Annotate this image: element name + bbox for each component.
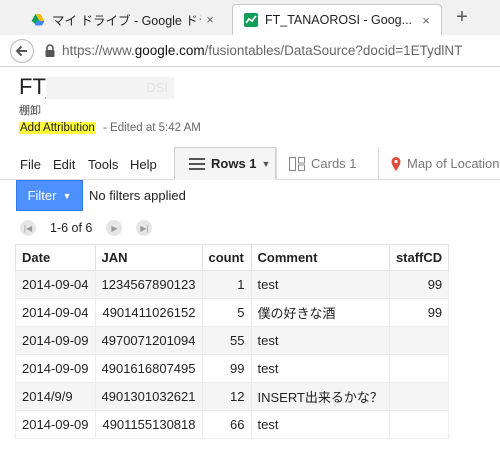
cell-comment[interactable]: INSERT出来るかな？ <box>250 382 390 411</box>
cell-date[interactable]: 2014/9/9 <box>15 382 96 411</box>
fusion-tables-icon <box>244 13 258 27</box>
map-pin-icon <box>391 156 401 171</box>
filter-button[interactable]: Filter ▼ <box>16 180 83 211</box>
first-page-icon[interactable]: |◀ <box>20 220 36 236</box>
table-row[interactable]: 2014/9/9 4901301032621 12 INSERT出来るかな？ <box>15 382 450 411</box>
url-field[interactable]: https://www.google.com/fusiontables/Data… <box>62 43 500 58</box>
filter-button-label: Filter <box>27 188 57 203</box>
table-row[interactable]: 2014-09-09 4901616807495 99 test <box>15 354 450 383</box>
edited-timestamp: - Edited at 5:42 AM <box>103 122 201 134</box>
chevron-down-icon[interactable]: ▼ <box>262 159 271 169</box>
cell-count[interactable]: 66 <box>201 410 252 439</box>
rows-icon <box>189 157 205 170</box>
obscured-title-text: DSI <box>46 77 174 99</box>
back-arrow-icon <box>15 45 27 57</box>
cell-comment[interactable]: test <box>250 326 390 355</box>
pager: |◀ 1-6 of 6 ▶ ▶| <box>20 219 153 237</box>
tab-map[interactable]: Map of Location <box>378 147 500 180</box>
next-page-icon[interactable]: ▶ <box>106 220 123 236</box>
cell-staffcd[interactable] <box>388 354 450 383</box>
cell-comment[interactable]: 僕の好きな酒 <box>250 298 390 327</box>
tab-google-drive[interactable]: マイ ドライブ - Google ドライブ × <box>10 4 225 35</box>
tab-cards[interactable]: Cards 1 <box>276 147 378 180</box>
google-drive-icon <box>31 13 45 26</box>
url-prefix: https://www. <box>62 43 135 58</box>
cell-count[interactable]: 99 <box>201 354 252 383</box>
close-tab-icon[interactable]: × <box>201 12 219 27</box>
table-row[interactable]: 2014-09-09 4901155130818 66 test <box>15 410 450 439</box>
column-header-jan[interactable]: JAN <box>94 244 203 271</box>
cell-jan[interactable]: 4901301032621 <box>94 382 203 411</box>
url-path: /fusiontables/DataSource?docid=1ETydlNT <box>204 43 463 58</box>
cell-jan[interactable]: 4901155130818 <box>94 410 203 439</box>
page-subtitle: 棚卸 <box>19 105 41 117</box>
column-header-comment[interactable]: Comment <box>250 244 390 271</box>
cell-date[interactable]: 2014-09-04 <box>15 298 96 327</box>
rows-table: Date JAN count Comment staffCD 2014-09-0… <box>15 244 450 439</box>
cell-count[interactable]: 55 <box>201 326 252 355</box>
cell-staffcd[interactable] <box>388 326 450 355</box>
tab-map-label: Map of Location <box>407 156 500 171</box>
column-header-date[interactable]: Date <box>15 244 96 271</box>
cell-jan[interactable]: 4970071201094 <box>94 326 203 355</box>
last-page-icon[interactable]: ▶| <box>136 220 153 236</box>
lock-icon <box>45 44 55 57</box>
page-range: 1-6 of 6 <box>50 221 93 235</box>
cell-jan[interactable]: 4901411026152 <box>94 298 203 327</box>
filter-status: No filters applied <box>89 188 186 203</box>
tab-ft-tanaorosi[interactable]: FT_TANAOROSI - Goog... × <box>232 4 442 35</box>
back-button[interactable] <box>10 39 34 63</box>
tab-rows-label: Rows 1 <box>211 156 257 171</box>
new-tab-button[interactable]: + <box>452 6 472 28</box>
tab-title: マイ ドライブ - Google ドライブ <box>52 14 201 28</box>
table-row[interactable]: 2014-09-09 4970071201094 55 test <box>15 326 450 355</box>
cell-staffcd[interactable]: 99 <box>388 298 450 327</box>
cell-date[interactable]: 2014-09-09 <box>15 410 96 439</box>
table-row[interactable]: 2014-09-04 4901411026152 5 僕の好きな酒 99 <box>15 298 450 327</box>
column-header-staffcd[interactable]: staffCD <box>388 244 450 271</box>
cell-date[interactable]: 2014-09-04 <box>15 270 96 299</box>
menu-bar: File Edit Tools Help Rows 1 ▼ Cards 1 Ma… <box>0 147 500 180</box>
cell-date[interactable]: 2014-09-09 <box>15 354 96 383</box>
close-tab-icon[interactable]: × <box>417 13 435 28</box>
cell-staffcd[interactable] <box>388 410 450 439</box>
browser-toolbar: https://www.google.com/fusiontables/Data… <box>0 35 500 67</box>
cell-comment[interactable]: test <box>250 354 390 383</box>
table-header-row: Date JAN count Comment staffCD <box>15 244 450 271</box>
column-header-count[interactable]: count <box>201 244 252 271</box>
cell-count[interactable]: 1 <box>201 270 252 299</box>
url-domain: google.com <box>134 43 205 58</box>
attribution-row: Add Attribution - Edited at 5:42 AM <box>19 122 201 134</box>
cell-count[interactable]: 5 <box>201 298 252 327</box>
menu-tools[interactable]: Tools <box>88 157 118 172</box>
cell-jan[interactable]: 4901616807495 <box>94 354 203 383</box>
tab-title: FT_TANAOROSI - Goog... <box>265 13 413 27</box>
chevron-down-icon: ▼ <box>62 190 72 201</box>
cell-comment[interactable]: test <box>250 410 390 439</box>
tab-rows[interactable]: Rows 1 ▼ <box>174 147 276 180</box>
cell-comment[interactable]: test <box>250 270 390 299</box>
cell-count[interactable]: 12 <box>201 382 252 411</box>
cards-icon <box>289 156 305 171</box>
menu-help[interactable]: Help <box>130 157 157 172</box>
add-attribution-link[interactable]: Add Attribution <box>19 122 96 134</box>
cell-jan[interactable]: 1234567890123 <box>94 270 203 299</box>
cell-date[interactable]: 2014-09-09 <box>15 326 96 355</box>
tab-cards-label: Cards 1 <box>311 156 357 171</box>
menu-edit[interactable]: Edit <box>53 157 75 172</box>
browser-tabstrip: マイ ドライブ - Google ドライブ × FT_TANAOROSI - G… <box>0 0 500 35</box>
menu-file[interactable]: File <box>20 157 41 172</box>
cell-staffcd[interactable] <box>388 382 450 411</box>
cell-staffcd[interactable]: 99 <box>388 270 450 299</box>
table-row[interactable]: 2014-09-04 1234567890123 1 test 99 <box>15 270 450 299</box>
